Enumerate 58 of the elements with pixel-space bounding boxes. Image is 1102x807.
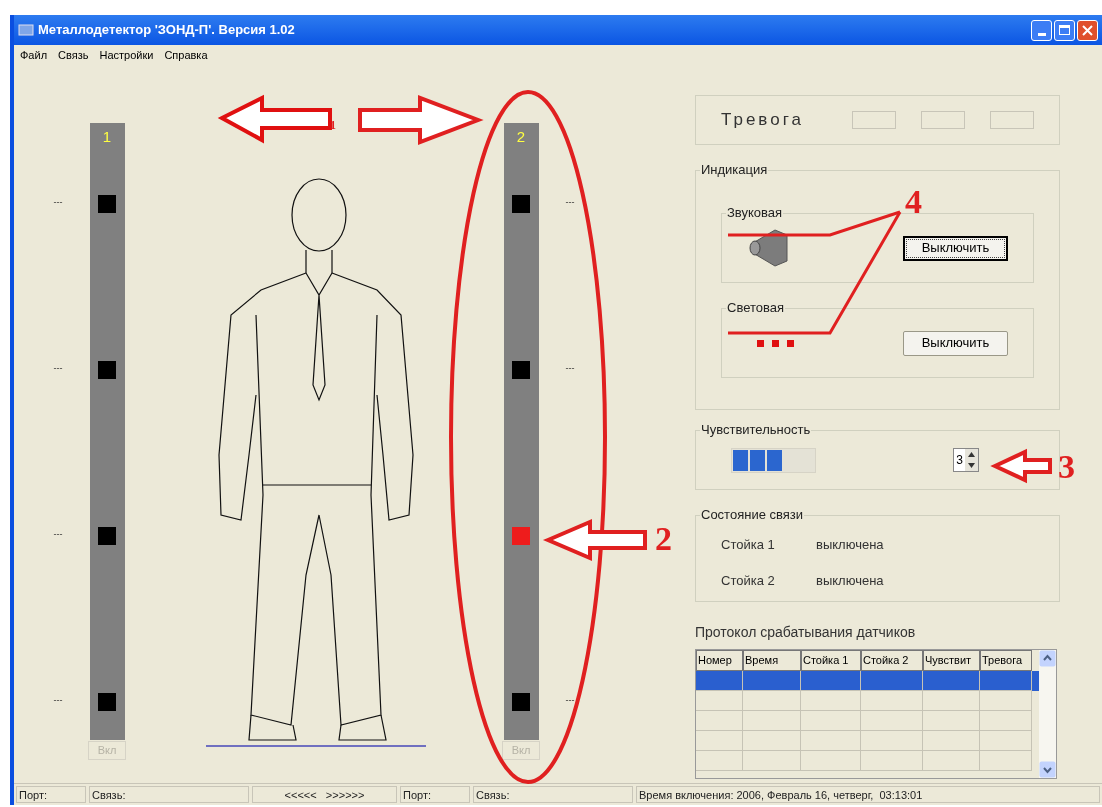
menu-item[interactable]: Настройки bbox=[99, 46, 154, 64]
app-icon bbox=[18, 23, 34, 37]
maximize-icon bbox=[1059, 25, 1070, 35]
stand-name: Стойка 1 bbox=[721, 536, 776, 554]
column-header[interactable]: Стойка 1 bbox=[801, 650, 861, 671]
column-header[interactable]: Чувствит bbox=[923, 650, 980, 671]
annotation-number: 3 bbox=[1058, 450, 1075, 484]
window-title: Металлодетектор 'ЗОНД-П'. Версия 1.02 bbox=[38, 21, 295, 40]
minimize-button[interactable] bbox=[1031, 19, 1052, 41]
column-number: 2 bbox=[516, 127, 526, 147]
menu-item[interactable]: Справка bbox=[164, 46, 208, 64]
turn-off-button[interactable]: Выключить bbox=[903, 235, 1008, 261]
status-panel: Время включения: 2006, Февраль 16, четверг, 03:13:01 bbox=[636, 786, 1100, 803]
tick-mark: --- bbox=[53, 694, 63, 706]
annotation-number: 4 bbox=[905, 185, 922, 219]
table-row[interactable] bbox=[696, 671, 1039, 691]
tick-mark: --- bbox=[565, 362, 575, 374]
spinner-value: 3 bbox=[955, 452, 964, 469]
minimize-icon bbox=[1037, 32, 1046, 36]
tick-mark: --- bbox=[565, 694, 575, 706]
vertical-scrollbar[interactable] bbox=[1039, 650, 1056, 778]
scroll-down-icon[interactable] bbox=[1039, 761, 1056, 778]
menu-item[interactable]: Файл bbox=[20, 46, 48, 64]
tick-mark: --- bbox=[53, 528, 63, 540]
column-number: 1 bbox=[102, 127, 112, 147]
status-panel: Связь: bbox=[473, 786, 633, 803]
turn-off-button[interactable]: Выключить bbox=[903, 330, 1008, 356]
column-header[interactable]: Тревога bbox=[980, 650, 1032, 671]
column-header[interactable]: Стойка 2 bbox=[861, 650, 923, 671]
tick-mark: --- bbox=[53, 196, 63, 208]
scroll-up-icon[interactable] bbox=[1039, 650, 1056, 667]
alarm-label: Тревога bbox=[721, 109, 805, 132]
stand-status: выключена bbox=[816, 571, 884, 590]
stand-name: Стойка 2 bbox=[721, 571, 776, 590]
menu-item[interactable]: Связь bbox=[58, 46, 89, 64]
annotation-number: 1 bbox=[330, 119, 336, 131]
group-title: Звуковая bbox=[726, 205, 784, 221]
stand-status: выключена bbox=[816, 536, 884, 554]
spin-up-icon[interactable] bbox=[965, 449, 978, 460]
status-panel: Порт: bbox=[400, 786, 470, 803]
group-title: Чувствительность bbox=[700, 422, 812, 438]
close-button[interactable] bbox=[1077, 19, 1098, 41]
annotation-number: 2 bbox=[655, 522, 672, 556]
status-panel: Связь: bbox=[89, 786, 249, 803]
maximize-button[interactable] bbox=[1054, 19, 1075, 41]
spin-down-icon[interactable] bbox=[965, 460, 978, 471]
sensitivity-spinner[interactable]: 3 bbox=[953, 448, 979, 472]
status-panel: <<<<< >>>>>> bbox=[252, 786, 397, 803]
close-icon bbox=[1082, 24, 1093, 36]
protocol-title: Протокол срабатывания датчиков bbox=[695, 623, 917, 642]
column-header[interactable]: Время bbox=[743, 650, 801, 671]
status-panel: Порт: bbox=[16, 786, 86, 803]
group-title: Индикация bbox=[700, 162, 769, 178]
tick-mark: --- bbox=[565, 196, 575, 208]
light-indicator-icon bbox=[757, 339, 794, 347]
tick-mark: --- bbox=[53, 362, 63, 374]
left-arrow bbox=[990, 448, 1052, 484]
column-header[interactable]: Номер bbox=[696, 650, 743, 671]
